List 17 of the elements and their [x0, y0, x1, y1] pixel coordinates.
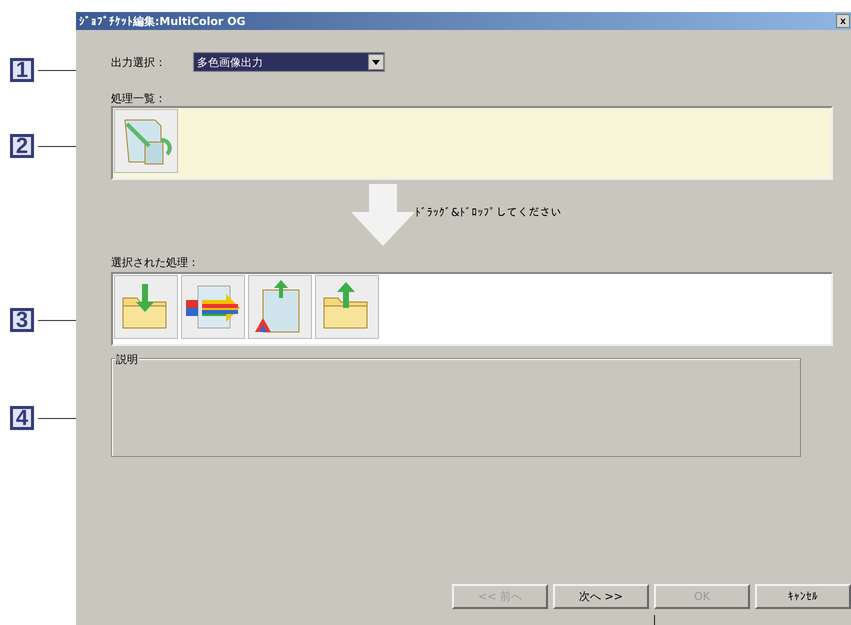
dialog-button[interactable]: ｷｬﾝｾﾙ	[755, 584, 851, 609]
output-select-label: 出力選択：	[111, 54, 167, 70]
drag-drop-hint: ﾄﾞﾗｯｸﾞ&ﾄﾞﾛｯﾌﾟしてください	[415, 206, 562, 218]
description-label: 説明	[115, 352, 139, 367]
caret-icon	[372, 60, 380, 64]
down-arrow-icon	[351, 184, 415, 246]
output-select-dropdown[interactable]: 多色画像出力	[193, 52, 385, 72]
selected-processes-label: 選択された処理：	[111, 255, 200, 271]
callout-number: 4	[10, 406, 34, 430]
callout-number: 3	[10, 308, 34, 332]
close-button[interactable]: x	[836, 14, 850, 28]
callout-number: 1	[10, 58, 34, 82]
dialog-button[interactable]: 次へ >>	[553, 584, 649, 609]
window-title: ｼﾞｮﾌﾞﾁｹｯﾄ編集:MultiColor OG	[79, 14, 246, 28]
callout-number: 2	[10, 134, 34, 158]
leader-line	[654, 615, 655, 625]
process-list-label: 処理一覧：	[111, 91, 167, 105]
